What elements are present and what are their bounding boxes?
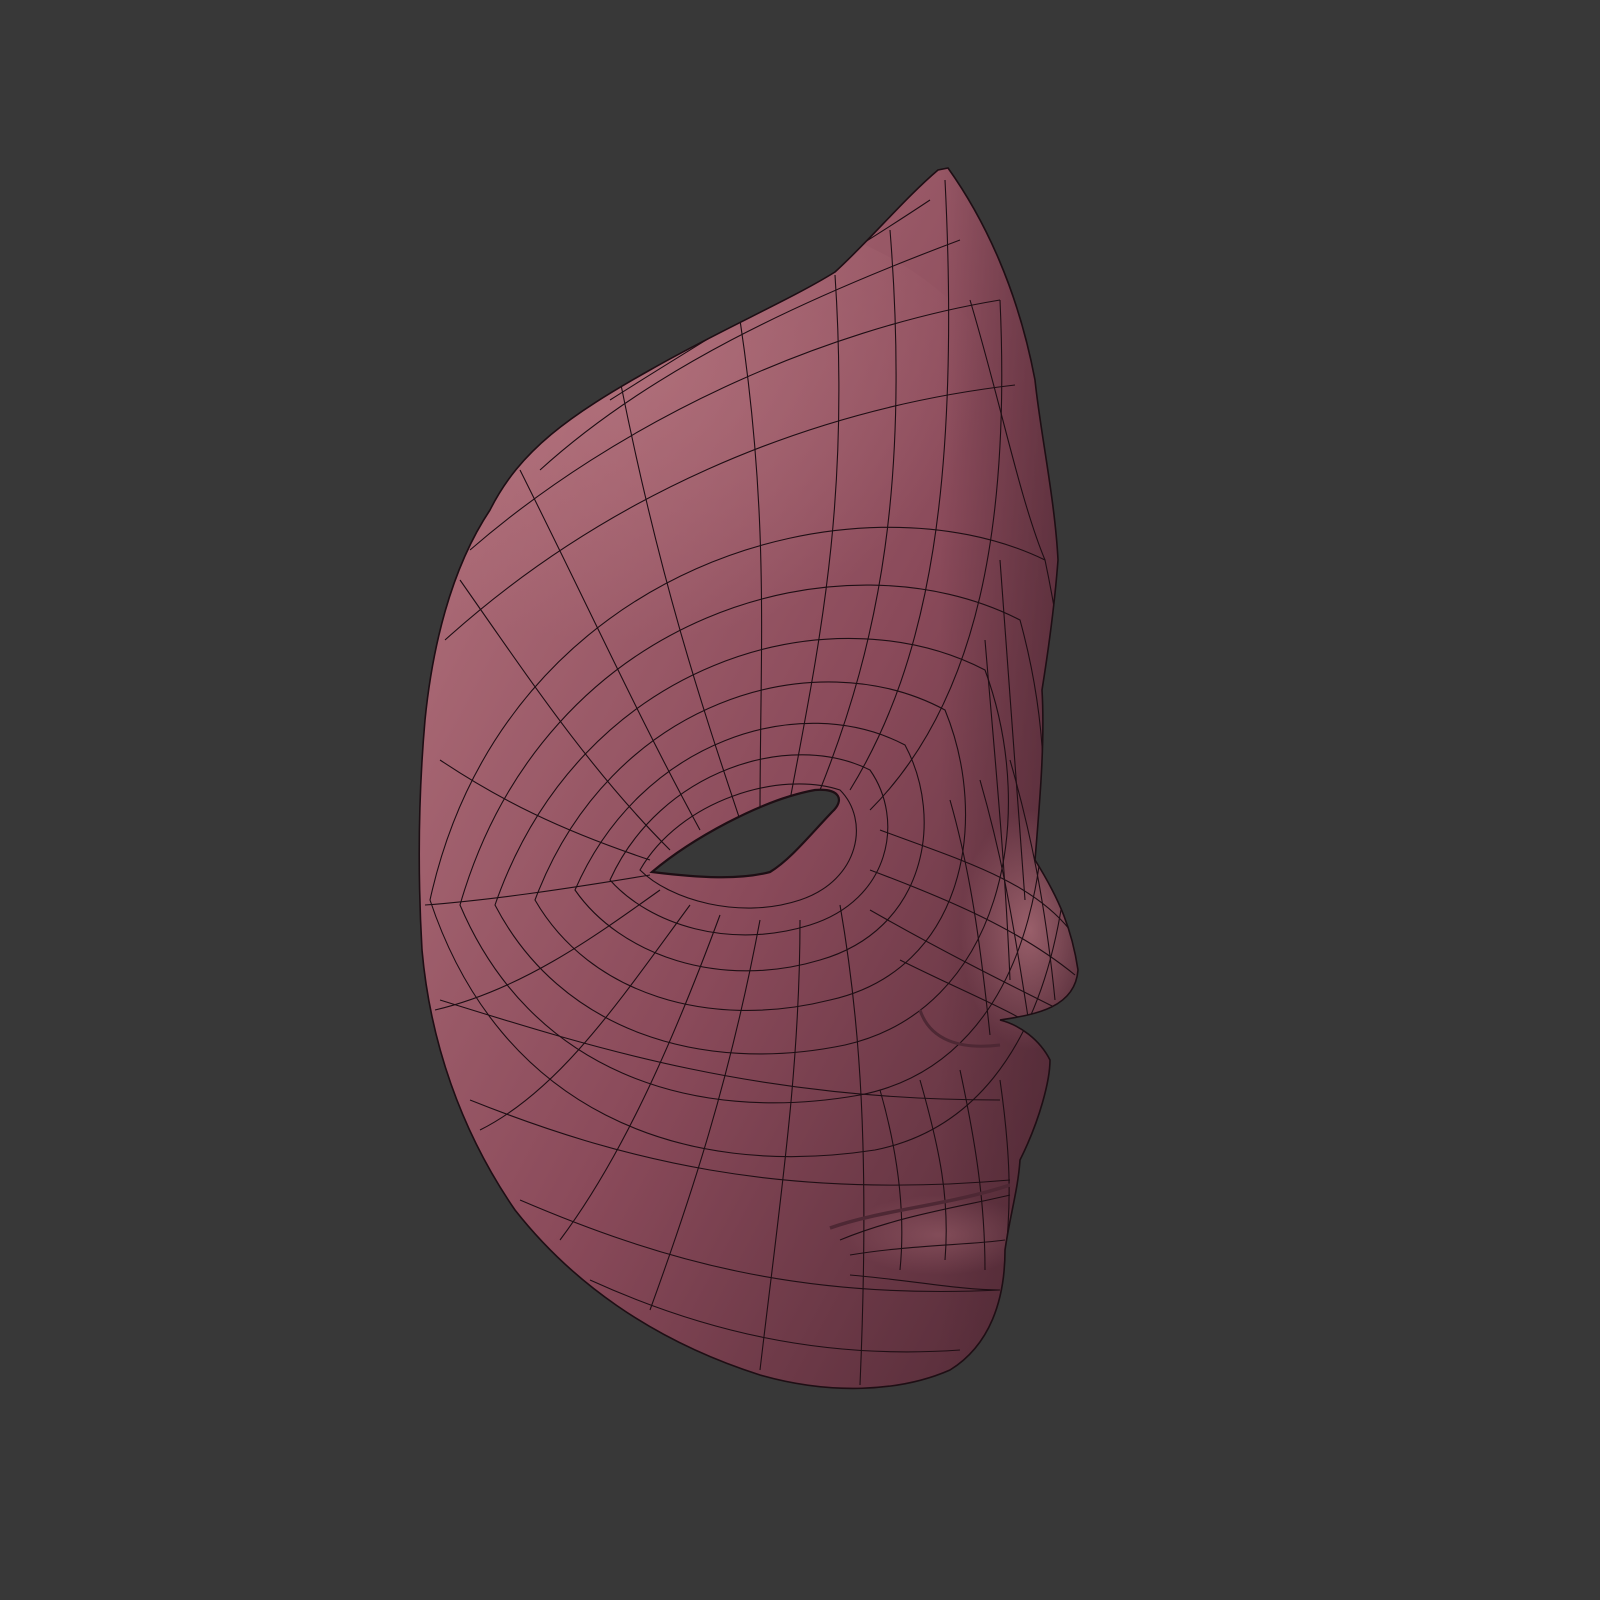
3d-viewport[interactable] <box>0 0 1600 1600</box>
mask-render <box>0 0 1600 1600</box>
